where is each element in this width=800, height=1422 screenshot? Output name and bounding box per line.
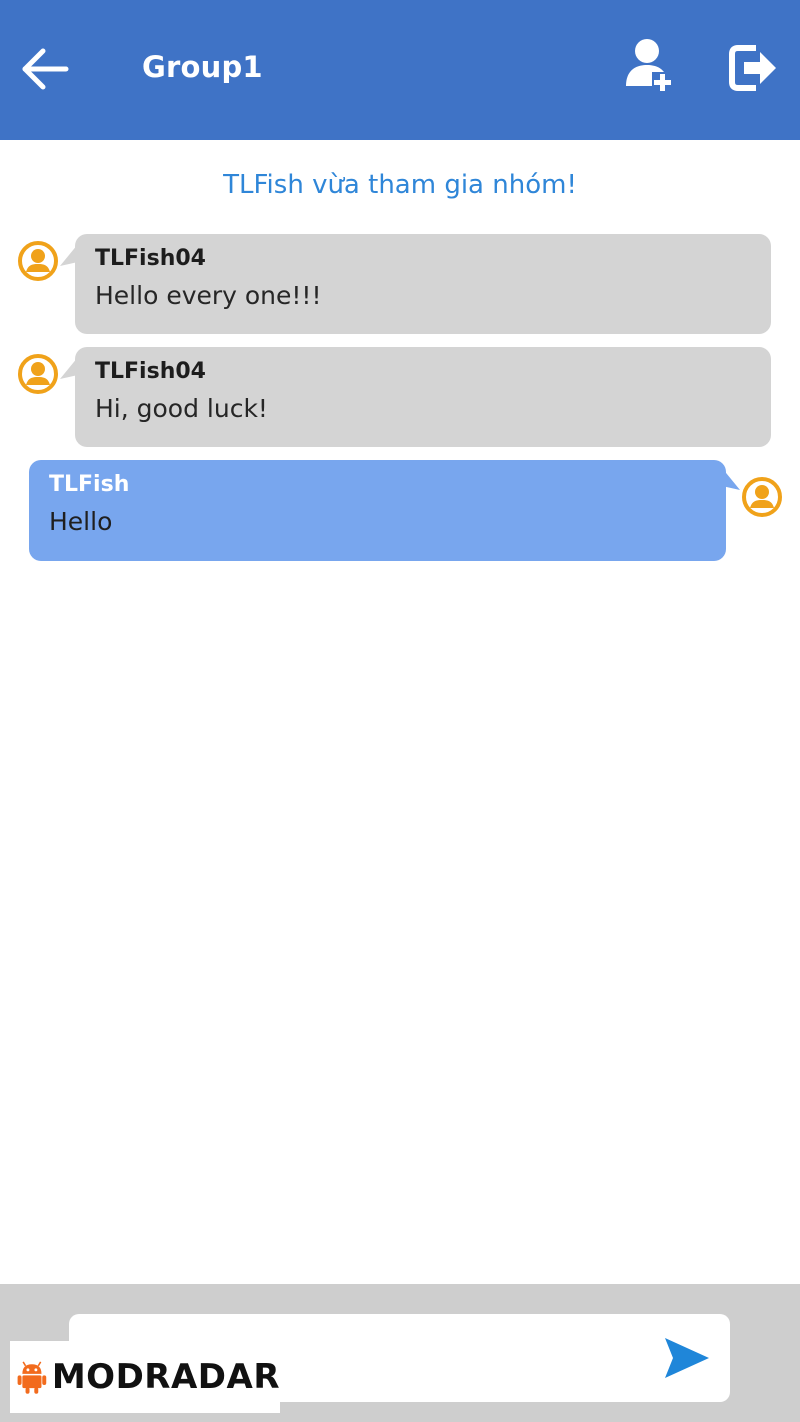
watermark-text: MODRADAR [51,1357,280,1397]
message-bubble-incoming[interactable]: TLFish04 Hello every one!!! [75,234,771,334]
user-avatar-icon [18,241,58,281]
back-button[interactable] [18,42,72,96]
page-title: Group1 [142,50,263,84]
message-bubble-outgoing[interactable]: TLFish Hello [29,460,726,561]
avatar [18,241,58,281]
avatar [18,354,58,394]
message-text: Hi, good luck! [95,394,268,423]
message-bubble-incoming[interactable]: TLFish04 Hi, good luck! [75,347,771,447]
bubble-tail [722,468,740,490]
watermark: MODRADAR [10,1341,280,1413]
message-sender: TLFish [49,472,130,497]
user-avatar-icon [18,354,58,394]
message-text: Hello [49,507,113,536]
header-bar: Group1 [0,0,800,140]
message-sender: TLFish04 [95,246,206,271]
message-sender: TLFish04 [95,359,206,384]
send-icon [665,1338,709,1378]
system-notice: TLFish vừa tham gia nhóm! [223,170,577,200]
leave-group-button[interactable] [722,38,782,98]
add-member-button[interactable] [618,34,682,98]
user-plus-icon [626,39,672,92]
arrow-left-icon [22,48,69,90]
android-icon [17,1361,47,1394]
message-text: Hello every one!!! [95,281,322,310]
sign-out-icon [729,45,776,91]
send-button[interactable] [661,1334,713,1382]
user-avatar-icon [742,477,782,517]
avatar [742,477,782,517]
